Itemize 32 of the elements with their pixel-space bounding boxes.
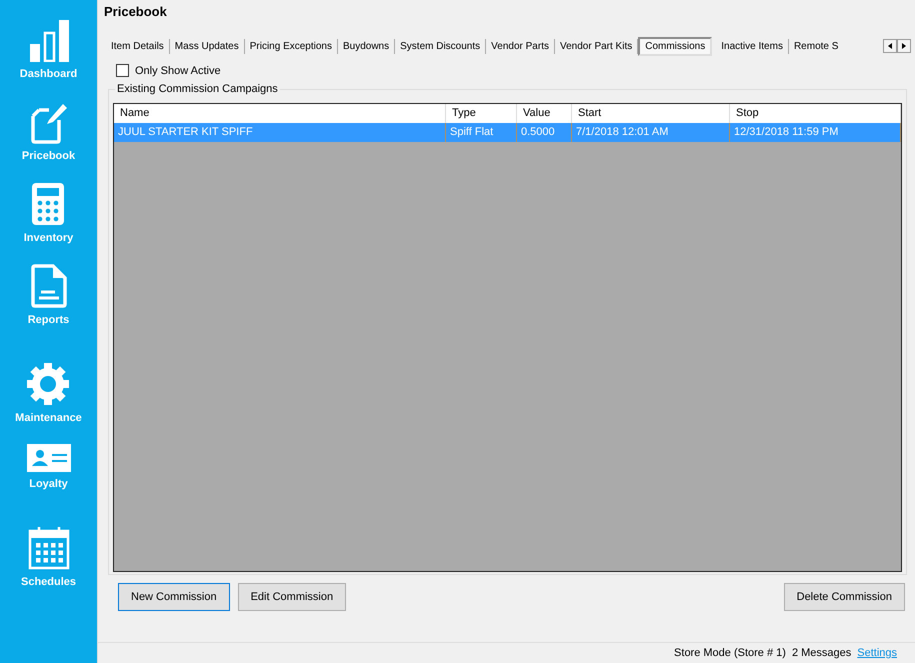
tab[interactable]: Buydowns: [338, 38, 396, 54]
tab[interactable]: System Discounts: [395, 38, 486, 54]
store-mode-text: Store Mode (Store # 1): [674, 647, 786, 659]
scroll-right-button[interactable]: [897, 39, 911, 53]
tab[interactable]: Remote S: [788, 38, 840, 54]
table-cell: 7/1/2018 12:01 AM: [572, 123, 730, 142]
tab[interactable]: Item Details: [106, 38, 170, 54]
left-arrow-icon: [888, 43, 892, 49]
tab[interactable]: Inactive Items: [716, 38, 789, 54]
calculator-icon: [31, 182, 66, 226]
gear-icon: [26, 362, 70, 406]
table-cell: 12/31/2018 11:59 PM: [730, 123, 901, 142]
member-card-icon: [26, 444, 70, 472]
group-title: Existing Commission Campaigns: [115, 83, 280, 95]
checkbox[interactable]: [116, 64, 129, 77]
tab[interactable]: Commissions: [638, 36, 712, 56]
checkbox-label: Only Show Active: [135, 64, 221, 76]
commission-button[interactable]: Edit Commission: [238, 583, 346, 611]
table-cell: JUUL STARTER KIT SPIFF: [114, 123, 446, 142]
messages-text: 2 Messages: [792, 647, 852, 659]
document-icon: [30, 264, 66, 308]
right-arrow-icon: [902, 43, 906, 49]
scroll-left-button[interactable]: [883, 39, 897, 53]
table-cell: 0.5000: [517, 123, 572, 142]
tab[interactable]: Pricing Exceptions: [244, 38, 338, 54]
commission-button[interactable]: New Commission: [118, 583, 230, 611]
table-cell: Spiff Flat: [446, 123, 517, 142]
tab[interactable]: Vendor Parts: [486, 38, 555, 54]
delete-button[interactable]: Delete Commission: [784, 583, 905, 611]
window-title: Pricebook: [103, 3, 168, 21]
tab[interactable]: Mass Updates: [170, 38, 245, 54]
calendar-icon: [28, 526, 70, 570]
